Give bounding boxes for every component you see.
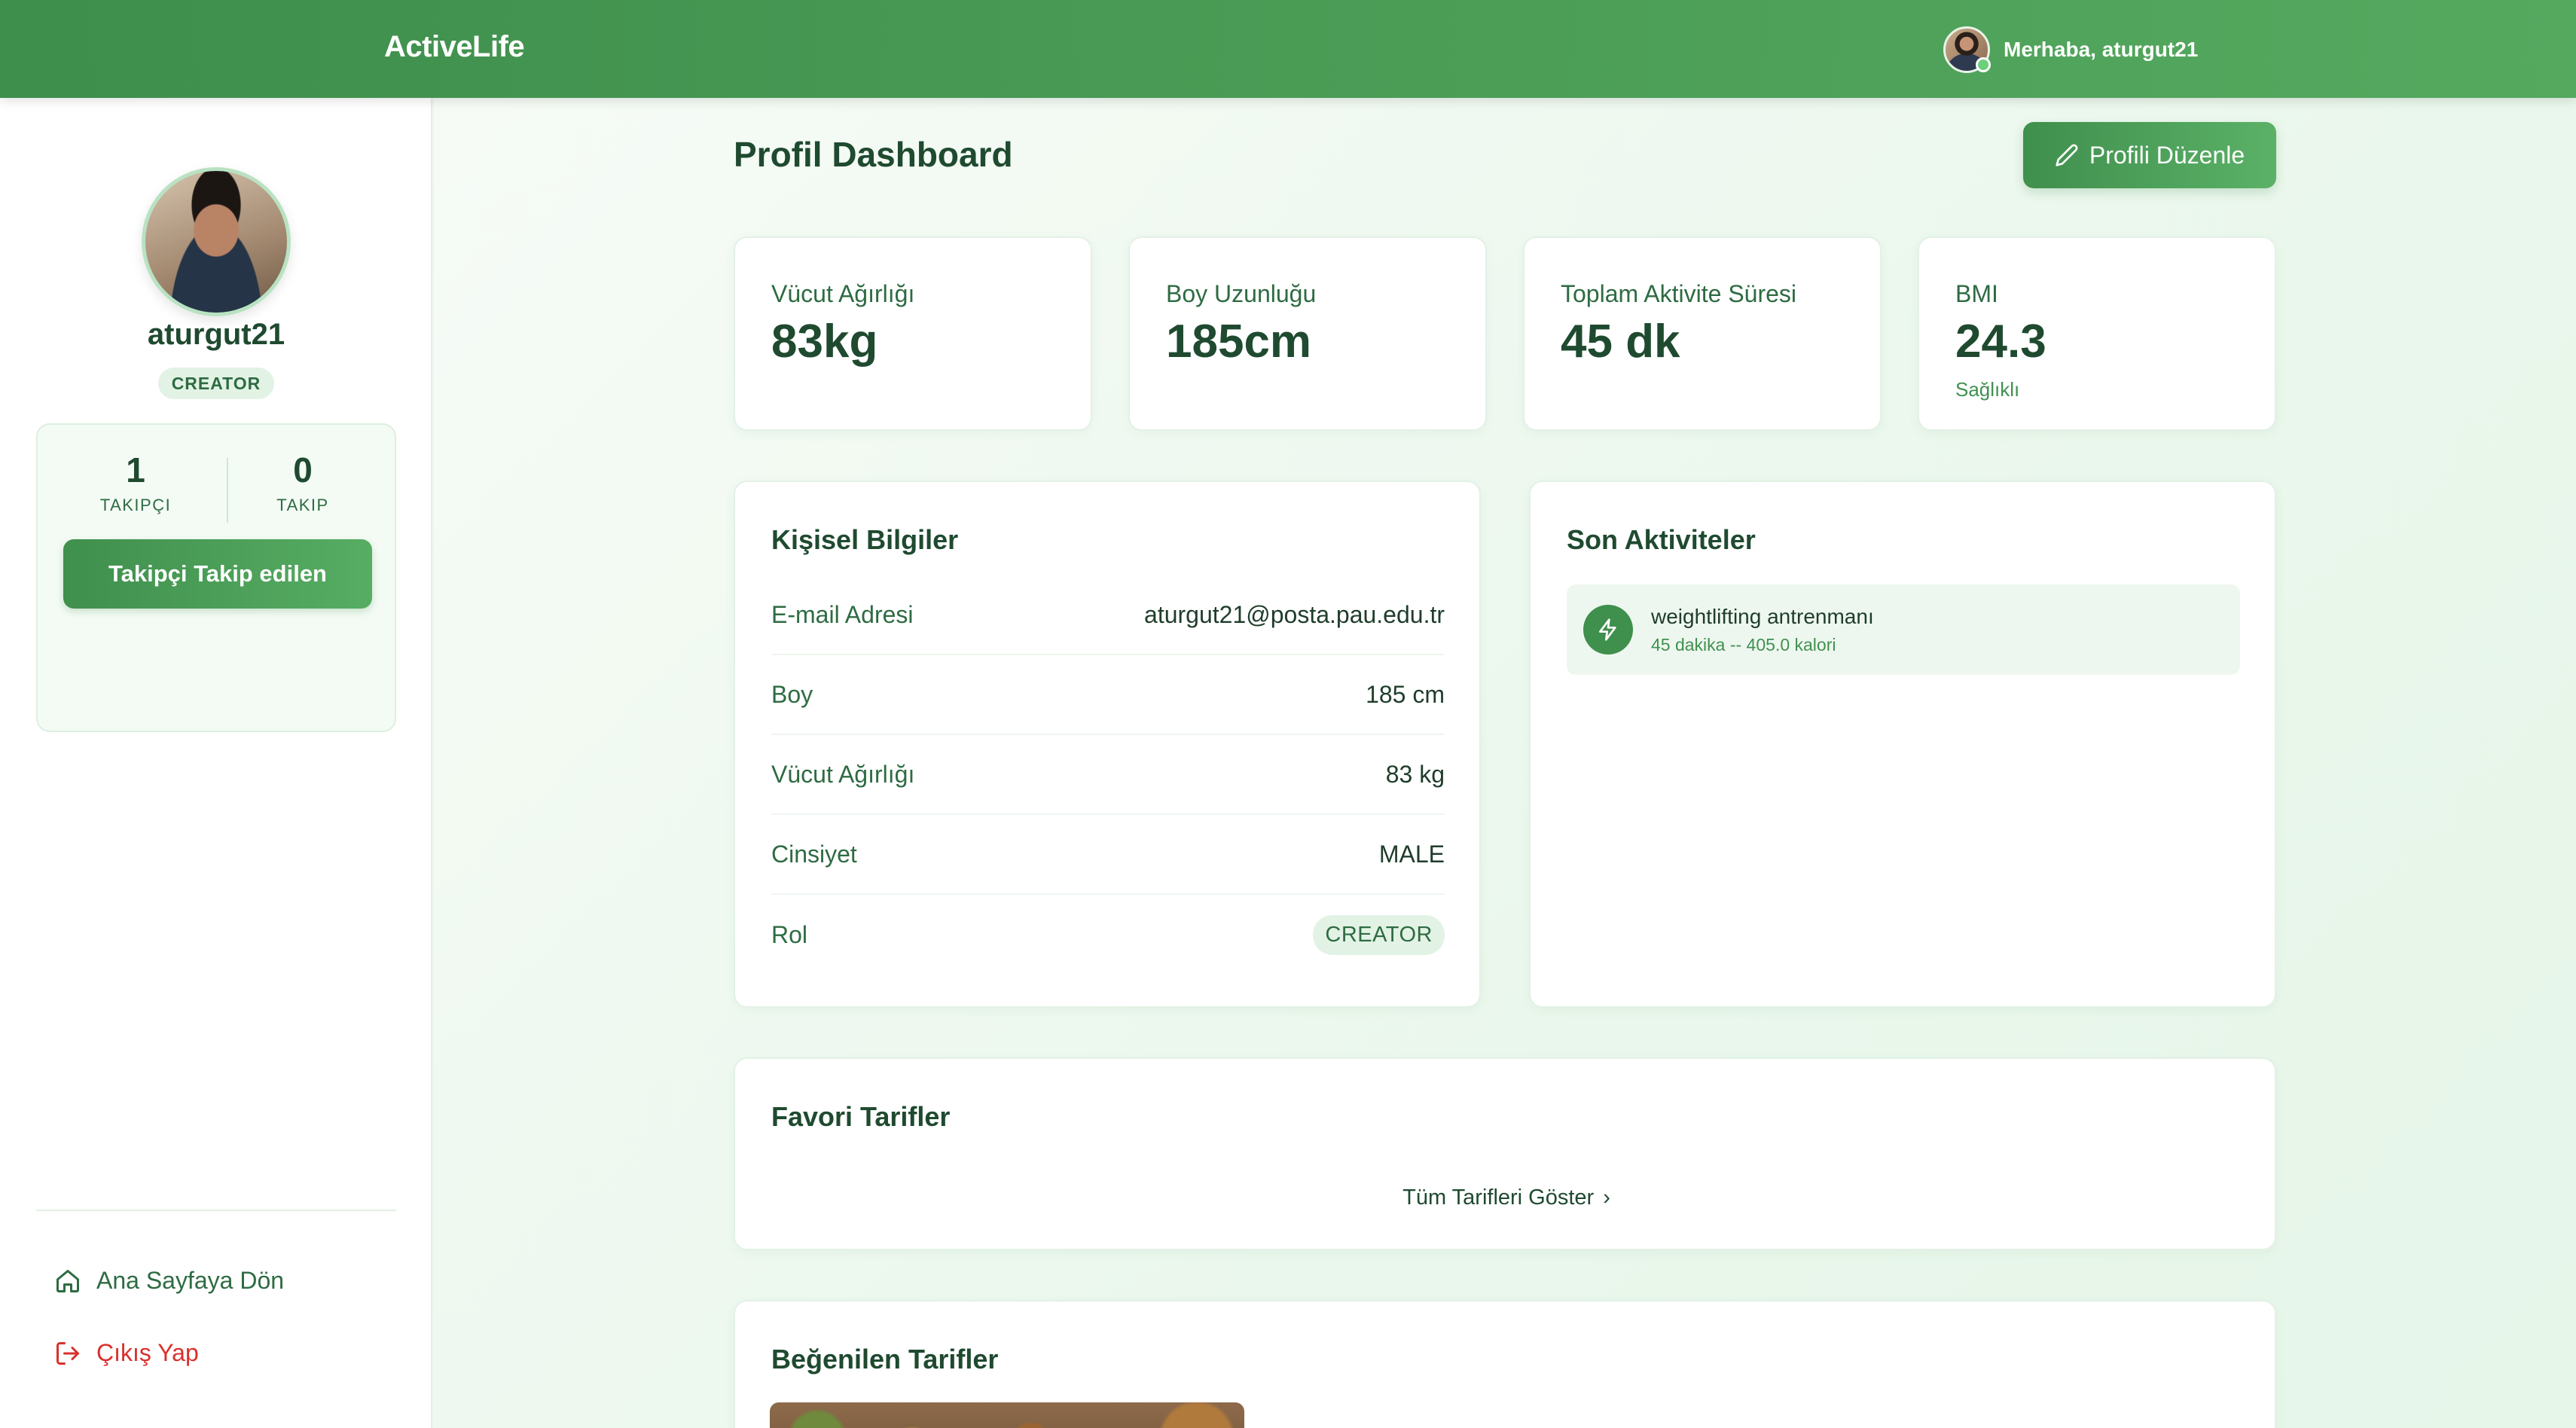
logout-link-label: Çıkış Yap [96, 1339, 199, 1366]
stat-card-bmi: BMI 24.3 Sağlıklı [1918, 236, 2276, 431]
edit-profile-button[interactable]: Profili Düzenle [2023, 122, 2276, 188]
info-key: Vücut Ağırlığı [771, 760, 915, 788]
bmi-status: Sağlıklı [1955, 378, 2020, 401]
dashboard-main: Profil Dashboard Profili Düzenle Vücut A… [434, 98, 2576, 1428]
info-row-gender: Cinsiyet MALE [771, 815, 1445, 895]
stat-divider [227, 458, 228, 523]
stat-label: Toplam Aktivite Süresi [1561, 280, 1797, 307]
activity-icon-circle [1583, 605, 1633, 654]
recent-activities-card: Son Aktiviteler weightlifting antrenmanı… [1529, 481, 2276, 1008]
info-key: E-mail Adresi [771, 600, 914, 628]
info-row-height: Boy 185 cm [771, 655, 1445, 735]
greeting-text: Merhaba, aturgut21 [2004, 38, 2199, 61]
recipe-thumbnail[interactable] [770, 1402, 1244, 1428]
info-value: aturgut21@posta.pau.edu.tr [1144, 600, 1445, 628]
stat-label: Boy Uzunluğu [1166, 280, 1317, 307]
activity-item[interactable]: weightlifting antrenmanı 45 dakika -- 40… [1567, 584, 2240, 675]
followers-stat[interactable]: 1 TAKIPÇI [68, 447, 203, 515]
top-navbar: ActiveLife Merhaba, aturgut21 [0, 0, 2576, 98]
favorite-recipes-card: Favori Tarifler Tüm Tarifleri Göster › [734, 1057, 2276, 1250]
followers-count: 1 [126, 450, 145, 490]
header-avatar[interactable] [1943, 26, 1991, 73]
following-stat[interactable]: 0 TAKIP [235, 447, 371, 515]
followers-following-button[interactable]: Takipçi Takip edilen [63, 539, 372, 609]
info-row-role: Rol CREATOR [771, 895, 1445, 975]
info-value: 83 kg [1385, 760, 1445, 788]
following-label: TAKIP [276, 496, 329, 514]
liked-recipes-title: Beğenilen Tarifler [771, 1344, 999, 1375]
recent-activities-title: Son Aktiviteler [1567, 524, 1756, 555]
following-count: 0 [293, 450, 313, 490]
show-all-recipes-label: Tüm Tarifleri Göster [1402, 1185, 1595, 1210]
stat-value: 83kg [771, 316, 878, 368]
favorite-recipes-title: Favori Tarifler [771, 1101, 951, 1132]
follow-stats-card: 1 TAKIPÇI 0 TAKIP Takipçi Takip edilen [36, 423, 396, 732]
activity-text: weightlifting antrenmanı 45 dakika -- 40… [1651, 605, 1874, 655]
logout-icon [56, 1341, 79, 1365]
online-status-dot [1976, 57, 1991, 72]
info-value: MALE [1378, 840, 1445, 868]
brand-logo[interactable]: ActiveLife [384, 30, 525, 64]
page-title: Profil Dashboard [734, 135, 1013, 174]
profile-avatar [142, 167, 291, 316]
followers-label: TAKIPÇI [99, 496, 172, 514]
info-value: 185 cm [1366, 680, 1445, 708]
info-row-email: E-mail Adresi aturgut21@posta.pau.edu.tr [771, 575, 1445, 655]
personal-info-card: Kişisel Bilgiler E-mail Adresi aturgut21… [734, 481, 1481, 1008]
edit-profile-label: Profili Düzenle [2089, 141, 2245, 169]
chevron-right-icon: › [1603, 1185, 1610, 1210]
role-badge: CREATOR [158, 368, 274, 399]
stat-value: 45 dk [1561, 316, 1680, 368]
logout-link[interactable]: Çıkış Yap [54, 1339, 199, 1367]
info-key: Boy [771, 680, 813, 708]
stat-card-activity-time: Toplam Aktivite Süresi 45 dk [1523, 236, 1882, 431]
activity-name: weightlifting antrenmanı [1651, 604, 1874, 628]
role-pill: CREATOR [1313, 914, 1445, 955]
home-icon [56, 1269, 79, 1292]
stat-label: BMI [1955, 280, 1998, 307]
stat-card-weight: Vücut Ağırlığı 83kg [734, 236, 1092, 431]
pencil-icon [2056, 144, 2078, 166]
stat-label: Vücut Ağırlığı [771, 280, 915, 307]
activity-meta: 45 dakika -- 405.0 kalori [1651, 634, 1836, 654]
stat-value: 24.3 [1955, 316, 2046, 368]
profile-username: aturgut21 [147, 318, 285, 351]
show-all-recipes-link[interactable]: Tüm Tarifleri Göster › [735, 1185, 2278, 1210]
info-key: Rol [771, 920, 808, 948]
sidebar-divider [36, 1210, 396, 1211]
home-link[interactable]: Ana Sayfaya Dön [54, 1267, 284, 1295]
stat-card-height: Boy Uzunluğu 185cm [1128, 236, 1487, 431]
user-menu[interactable]: Merhaba, aturgut21 [1943, 26, 2198, 74]
liked-recipes-card: Beğenilen Tarifler [734, 1300, 2276, 1428]
profile-sidebar: aturgut21 CREATOR 1 TAKIPÇI 0 TAKIP Taki… [0, 98, 432, 1428]
stat-value: 185cm [1166, 316, 1312, 368]
info-key: Cinsiyet [771, 840, 857, 868]
personal-info-title: Kişisel Bilgiler [771, 524, 959, 555]
home-link-label: Ana Sayfaya Dön [96, 1267, 285, 1294]
lightning-icon [1599, 618, 1616, 641]
info-row-weight: Vücut Ağırlığı 83 kg [771, 735, 1445, 815]
